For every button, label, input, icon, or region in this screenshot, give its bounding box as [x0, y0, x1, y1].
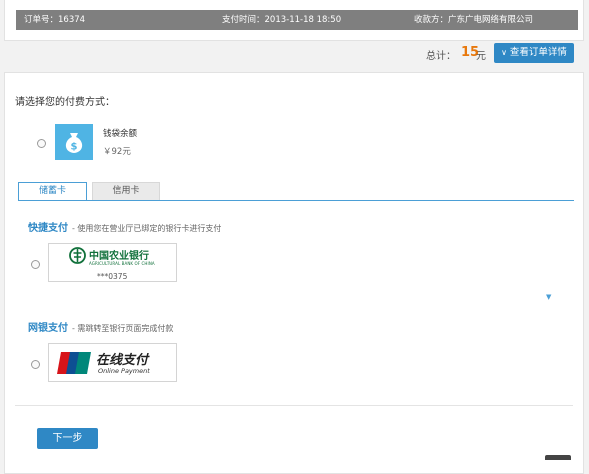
abc-bank-name-en: AGRICULTURAL BANK OF CHINA	[89, 261, 155, 266]
order-info-bar: 订单号：16374 支付时间：2013-11-18 18:50 收款方：广东广电…	[16, 10, 578, 30]
wallet-balance: ￥92元	[103, 147, 131, 157]
tab-underline	[18, 200, 574, 201]
wallet-label: 钱袋余额	[103, 129, 138, 139]
svg-text:$: $	[71, 142, 78, 153]
abc-bank-radio[interactable]	[31, 260, 40, 269]
unionpay-online-option[interactable]: 在线支付 Online Payment	[48, 343, 177, 382]
divider	[15, 405, 573, 406]
online-payment-text: 在线支付	[96, 353, 149, 368]
payment-panel: 请选择您的付费方式： $ 钱袋余额 ￥92元 储蓄卡 信用卡 快捷支付 - 使用您…	[4, 72, 584, 474]
card-number: ***0375	[97, 272, 128, 281]
view-order-details-button[interactable]: ∨ 查看订单详情	[494, 43, 574, 63]
expand-chevron-icon[interactable]: ▼	[546, 293, 551, 301]
unionpay-radio[interactable]	[31, 360, 40, 369]
online-payment-sub: Online Payment	[98, 367, 150, 375]
quick-pay-title: 快捷支付 - 使用您在营业厅已绑定的银行卡进行支付	[28, 219, 221, 234]
quick-pay-description: - 使用您在营业厅已绑定的银行卡进行支付	[72, 224, 222, 233]
order-info-card: 订单号：16374 支付时间：2013-11-18 18:50 收款方：广东广电…	[4, 0, 584, 41]
money-bag-icon: $	[55, 124, 93, 160]
online-pay-title: 网银支付 - 需跳转至银行页面完成付款	[28, 319, 173, 334]
wallet-radio[interactable]	[37, 139, 46, 148]
abc-bank-card-option[interactable]: 中国农业银行 AGRICULTURAL BANK OF CHINA ***037…	[48, 243, 177, 282]
unionpay-logo-icon	[57, 352, 91, 374]
abc-bank-logo-icon	[69, 247, 86, 264]
next-step-button[interactable]: 下一步	[37, 428, 98, 449]
quick-pay-label: 快捷支付	[28, 223, 68, 234]
online-pay-description: - 需跳转至银行页面完成付款	[72, 324, 174, 333]
tab-debit-card[interactable]: 储蓄卡	[18, 182, 87, 201]
tab-credit-card[interactable]: 信用卡	[92, 182, 160, 201]
scroll-corner	[545, 455, 571, 460]
total-unit: 元	[476, 51, 486, 62]
abc-bank-name: 中国农业银行	[89, 251, 149, 262]
chevron-down-icon: ∨	[501, 48, 507, 57]
view-order-details-label: 查看订单详情	[509, 47, 567, 58]
order-number: 订单号：16374	[24, 15, 86, 25]
payment-time: 支付时间：2013-11-18 18:50	[222, 15, 342, 25]
payment-method-title: 请选择您的付费方式：	[15, 97, 115, 108]
total-label: 总计：	[426, 51, 456, 62]
payee: 收款方：广东广电网络有限公司	[414, 15, 534, 25]
online-pay-label: 网银支付	[28, 323, 68, 334]
